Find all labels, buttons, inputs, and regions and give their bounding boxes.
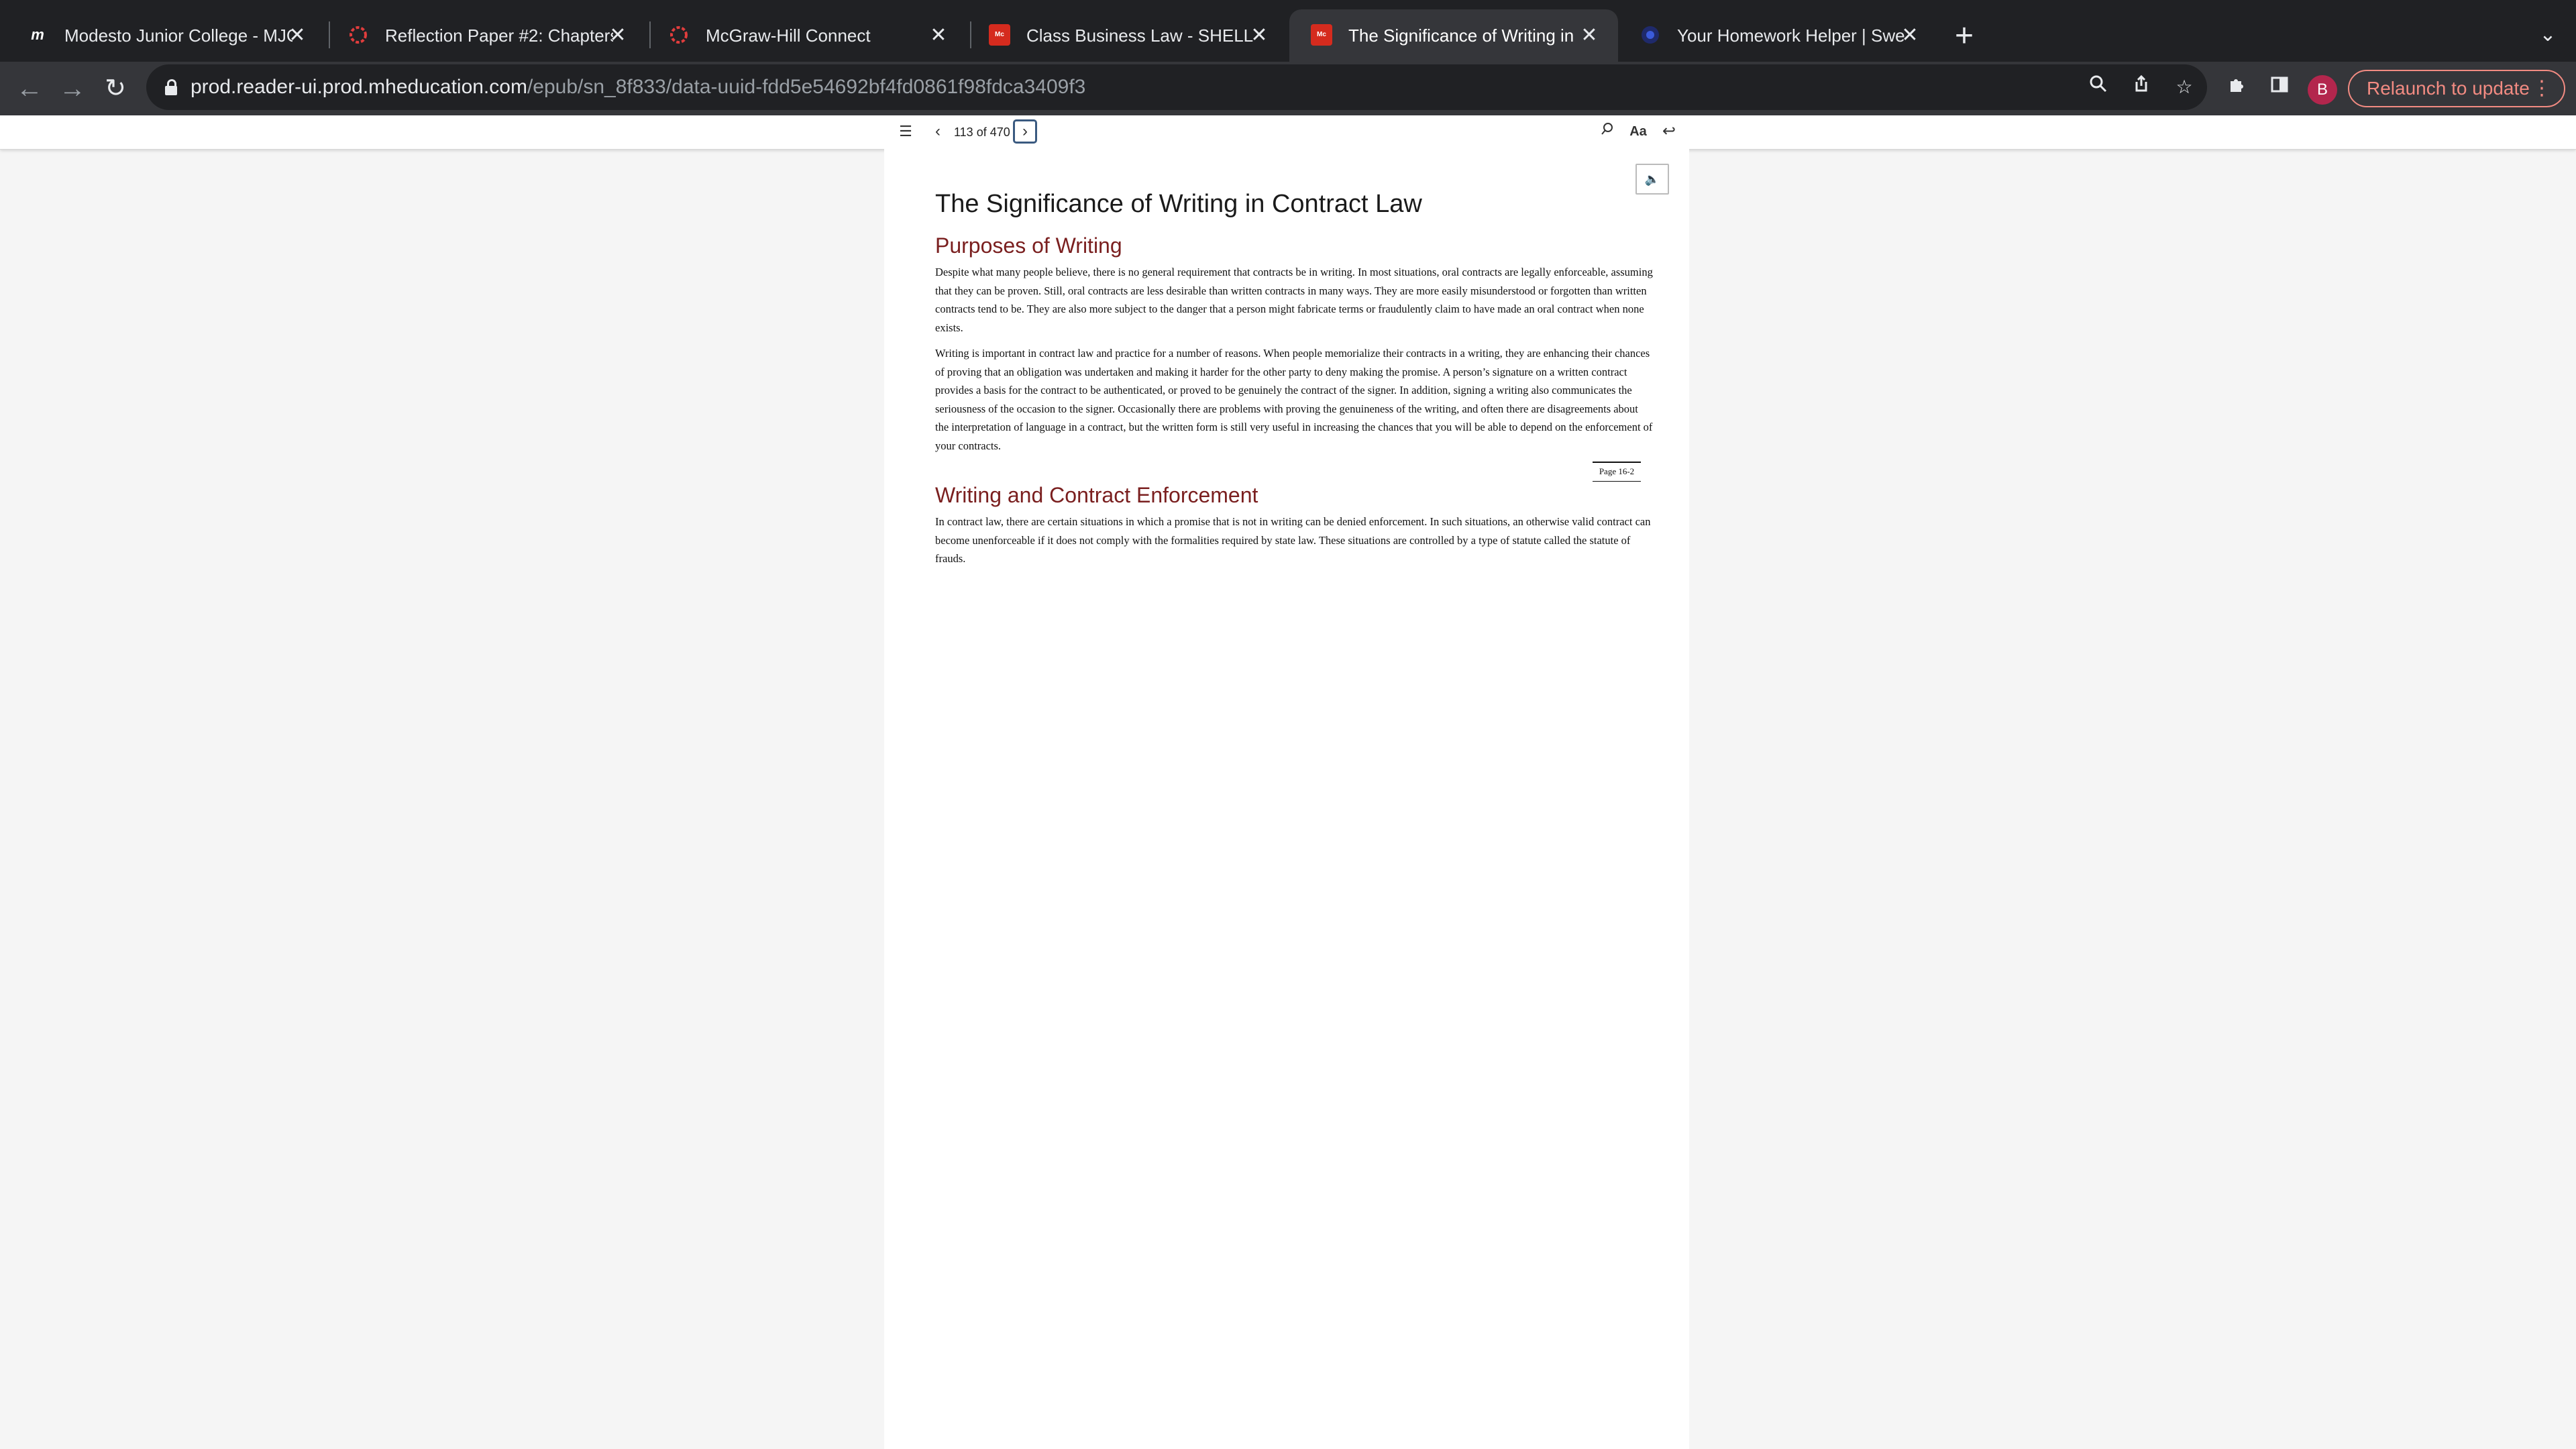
previous-page-button[interactable]: ‹ bbox=[927, 121, 949, 142]
section-heading-enforcement: Writing and Contract Enforcement bbox=[935, 483, 1258, 507]
tab-title: Reflection Paper #2: Chapters bbox=[385, 25, 613, 46]
paragraph: Writing is important in contract law and… bbox=[935, 347, 1653, 452]
page-reference-badge: Page 16-2 bbox=[1593, 462, 1641, 482]
reader-toolbar: ☰ ‹ 113 of 470 › Aa ↩ bbox=[0, 115, 2576, 150]
tab-homework-helper[interactable]: Your Homework Helper | Swee ✕ bbox=[1618, 9, 1939, 62]
canvas-logo-icon bbox=[347, 24, 369, 46]
paragraph: Despite what many people believe, there … bbox=[935, 266, 1653, 334]
homework-helper-icon bbox=[1640, 24, 1661, 46]
tab-title: Modesto Junior College - MJC bbox=[64, 25, 292, 46]
search-icon[interactable] bbox=[1597, 121, 1618, 142]
tab-connect[interactable]: McGraw-Hill Connect ✕ bbox=[647, 9, 967, 62]
tab-strip: m Modesto Junior College - MJC ✕ Reflect… bbox=[0, 0, 2576, 62]
close-icon[interactable]: ✕ bbox=[1578, 24, 1601, 47]
forward-button[interactable]: → bbox=[54, 70, 91, 107]
read-aloud-speaker-icon[interactable]: 🔈 bbox=[1635, 164, 1669, 195]
table-of-contents-icon[interactable]: ☰ bbox=[895, 121, 916, 142]
paragraph: In contract law, there are certain situa… bbox=[935, 515, 1651, 565]
mjc-logo-icon: m bbox=[31, 26, 44, 43]
tab-title: Class Business Law - SHELLEY bbox=[1026, 25, 1254, 46]
next-page-button[interactable]: › bbox=[1013, 119, 1037, 144]
mcgraw-hill-logo-icon: Mc bbox=[989, 24, 1010, 46]
url-host: prod.reader-ui.prod.mheducation.com bbox=[191, 76, 527, 98]
tab-significance-of-writing[interactable]: Mc The Significance of Writing in C ✕ bbox=[1289, 9, 1618, 62]
page-title: The Significance of Writing in Contract … bbox=[935, 190, 1422, 218]
tab-title: McGraw-Hill Connect bbox=[706, 25, 871, 46]
ebook-page: 🔈 The Significance of Writing in Contrac… bbox=[884, 149, 1689, 1449]
mcgraw-hill-logo-icon: Mc bbox=[1311, 24, 1332, 46]
reload-button[interactable]: ↻ bbox=[97, 70, 134, 107]
new-tab-button[interactable]: + bbox=[1945, 17, 1983, 55]
browser-toolbar: ← → ↻ prod.reader-ui.prod.mheducation.co… bbox=[0, 62, 2576, 115]
relaunch-label: Relaunch to update bbox=[2367, 78, 2530, 99]
close-icon[interactable]: ✕ bbox=[1248, 24, 1271, 47]
url-text: prod.reader-ui.prod.mheducation.com/epub… bbox=[191, 74, 1085, 101]
canvas-logo-icon bbox=[668, 24, 690, 46]
share-icon[interactable] bbox=[2128, 74, 2155, 101]
more-menu-icon[interactable]: ⋮ bbox=[2532, 71, 2552, 106]
extensions-puzzle-icon[interactable] bbox=[2220, 72, 2253, 105]
bookmark-star-icon[interactable]: ☆ bbox=[2171, 74, 2198, 101]
font-settings-button[interactable]: Aa bbox=[1627, 121, 1649, 142]
relaunch-button[interactable]: Relaunch to update ⋮ bbox=[2348, 70, 2565, 107]
close-icon[interactable]: ✕ bbox=[1898, 24, 1921, 47]
tab-reflection-paper[interactable]: Reflection Paper #2: Chapters ✕ bbox=[326, 9, 647, 62]
tab-title: Your Homework Helper | Swee bbox=[1677, 25, 1905, 46]
address-bar[interactable]: prod.reader-ui.prod.mheducation.com/epub… bbox=[146, 64, 2207, 110]
profile-avatar[interactable]: B bbox=[2308, 75, 2337, 105]
close-icon[interactable]: ✕ bbox=[927, 24, 950, 47]
lock-icon bbox=[165, 79, 177, 95]
back-button[interactable]: ← bbox=[11, 70, 48, 107]
undo-back-icon[interactable]: ↩ bbox=[1658, 121, 1680, 142]
url-path: /epub/sn_8f833/data-uuid-fdd5e54692bf4fd… bbox=[527, 76, 1086, 98]
page-indicator: 113 of 470 bbox=[954, 125, 1010, 139]
close-icon[interactable]: ✕ bbox=[606, 24, 629, 47]
side-panel-icon[interactable] bbox=[2263, 72, 2296, 105]
close-icon[interactable]: ✕ bbox=[286, 24, 309, 47]
section-heading-purposes: Purposes of Writing bbox=[935, 233, 1122, 258]
zoom-icon[interactable] bbox=[2085, 74, 2112, 101]
tab-mjc[interactable]: m Modesto Junior College - MJC ✕ bbox=[5, 9, 326, 62]
tab-title: The Significance of Writing in C bbox=[1348, 25, 1576, 46]
tab-search-chevron-icon[interactable]: ⌄ bbox=[2529, 19, 2567, 51]
tab-class-business-law[interactable]: Mc Class Business Law - SHELLEY ✕ bbox=[967, 9, 1288, 62]
